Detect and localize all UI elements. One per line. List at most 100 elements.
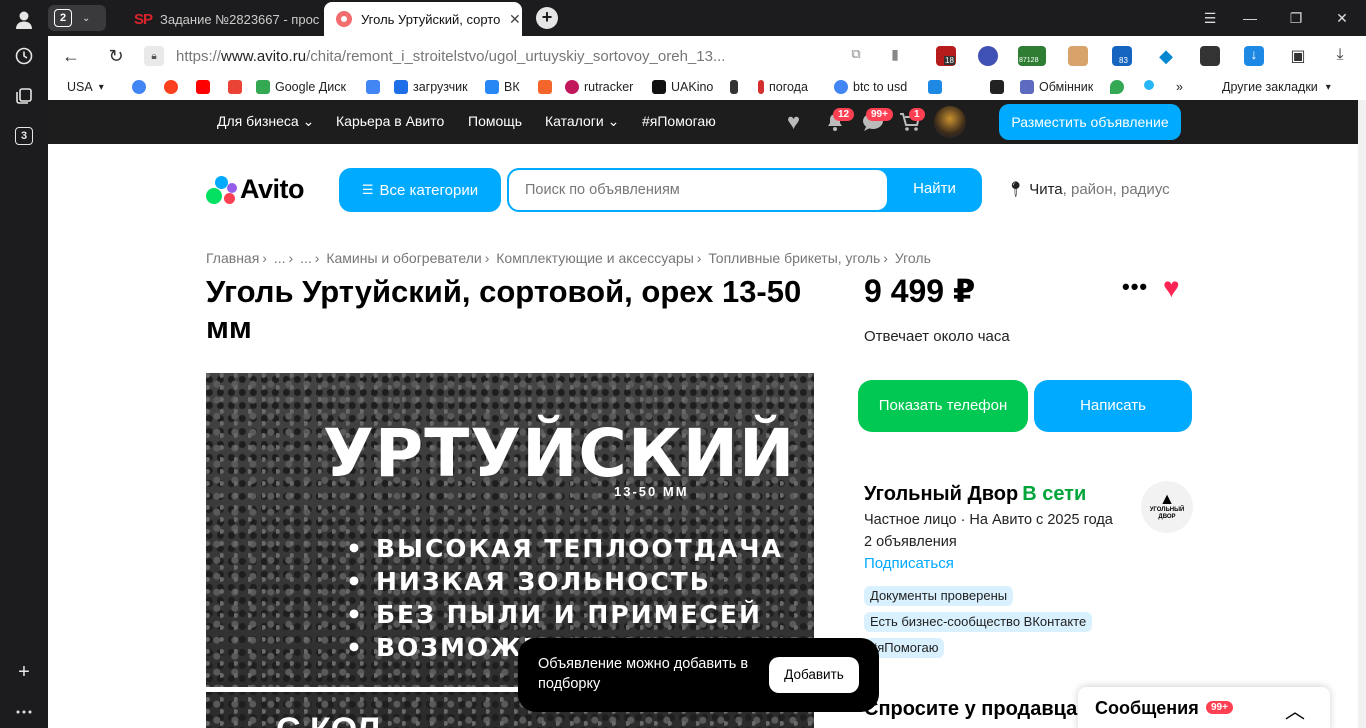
nav-catalogs[interactable]: Каталоги ⌄	[545, 113, 619, 130]
chess-icon[interactable]	[730, 80, 743, 94]
diamond-icon[interactable]: ◆	[1156, 46, 1176, 66]
seller-name-line: Угольный Двор В сети	[864, 483, 1086, 506]
add-icon[interactable]: +	[12, 660, 36, 684]
bookmark-rutracker[interactable]: rutracker	[565, 80, 633, 94]
tab-bar: 2 ⌄ SP Задание №2823667 - прос Уголь Урт…	[48, 0, 1366, 36]
avito-logo[interactable]: Avito	[206, 174, 305, 205]
more-icon[interactable]	[12, 700, 36, 724]
url-path: /chita/remont_i_stroitelstvo/ugol_urtuys…	[306, 47, 726, 65]
menu-icon[interactable]: ☰	[1190, 0, 1230, 36]
p-icon[interactable]	[928, 80, 947, 94]
seller-logo[interactable]: ▲ УГОЛЬНЫЙ ДВОР	[1141, 481, 1193, 533]
favorite-heart-icon[interactable]: ♥	[1163, 272, 1180, 304]
extension-icon[interactable]	[978, 46, 998, 66]
nav-ya-pomogayu[interactable]: #яПомогаю	[642, 113, 716, 129]
bookmark-loader[interactable]: загрузчик	[394, 80, 468, 94]
extension-icon[interactable]	[1200, 46, 1220, 66]
google-icon[interactable]	[132, 80, 151, 94]
breadcrumb-item[interactable]: Главная	[206, 250, 259, 266]
breadcrumb-item[interactable]: Камины и обогреватели	[326, 250, 481, 266]
tab-count-button[interactable]: 2 ⌄	[48, 5, 106, 31]
history-icon[interactable]	[12, 44, 36, 68]
bookmark-label: загрузчик	[413, 80, 468, 94]
tab-avito[interactable]: Уголь Уртуйский, сорто ✕	[324, 2, 522, 36]
other-bookmarks[interactable]: Другие закладки ▾	[1222, 80, 1331, 94]
workspace-badge[interactable]: 3	[15, 127, 33, 145]
add-to-collection-button[interactable]: Добавить	[769, 657, 859, 693]
subscribe-link[interactable]: Подписаться	[864, 555, 954, 572]
tab-task[interactable]: SP Задание №2823667 - прос	[122, 2, 322, 36]
search-input[interactable]	[509, 170, 887, 210]
youtube-icon[interactable]	[196, 80, 215, 94]
seller-name[interactable]: Угольный Двор	[864, 483, 1018, 505]
breadcrumb-item[interactable]: Уголь	[895, 250, 931, 266]
nav-help[interactable]: Помощь	[468, 113, 522, 129]
extension-icon[interactable]: 87128	[1018, 46, 1046, 66]
nav-business[interactable]: Для бизнеса ⌄	[217, 113, 314, 130]
all-categories-button[interactable]: ☰ Все категории	[339, 168, 501, 212]
bookmark-weather[interactable]: погода	[758, 80, 808, 94]
search-button[interactable]: Найти	[887, 168, 982, 212]
extensions-icon[interactable]: ▣	[1288, 46, 1308, 66]
breadcrumb-item[interactable]: ...	[300, 250, 312, 266]
show-phone-button[interactable]: Показать телефон	[858, 380, 1028, 432]
extension-icon[interactable]: 18	[936, 46, 956, 66]
more-bookmarks-icon[interactable]: »	[1176, 80, 1183, 94]
bookmark-google-drive[interactable]: Google Диск	[256, 80, 346, 94]
post-ad-button[interactable]: Разместить объявление	[999, 104, 1181, 140]
avatar[interactable]	[934, 106, 966, 138]
extension-icon[interactable]	[1068, 46, 1088, 66]
gmail-icon[interactable]	[228, 80, 247, 94]
f-icon[interactable]	[538, 80, 557, 94]
chevron-up-icon[interactable]: ︿	[1285, 695, 1305, 724]
url-host: www.avito.ru	[221, 47, 307, 65]
translate-icon[interactable]	[366, 80, 385, 94]
breadcrumb-item[interactable]: Топливные брикеты, уголь	[708, 250, 880, 266]
new-tab-button[interactable]: +	[536, 7, 558, 29]
bookmark-exchange[interactable]: Обмінник	[1020, 80, 1093, 94]
close-tab-icon[interactable]: ✕	[509, 11, 521, 28]
location-selector[interactable]: 📍︎ Чита, район, радиус	[1006, 180, 1170, 198]
tab-count: 2	[54, 9, 72, 27]
write-button[interactable]: Написать	[1034, 380, 1192, 432]
infinity-icon	[394, 80, 408, 94]
downloads-icon[interactable]: ⤓	[1330, 46, 1350, 66]
breadcrumb-item[interactable]: ...	[274, 250, 286, 266]
chevron-down-icon: ⌄	[607, 113, 620, 129]
close-window-icon[interactable]: ✕	[1322, 0, 1362, 36]
bookmark-usa[interactable]: USA ▾	[67, 80, 104, 94]
nav-career[interactable]: Карьера в Авито	[336, 113, 444, 129]
star-icon[interactable]	[1144, 80, 1159, 90]
back-icon[interactable]: ←	[60, 45, 82, 67]
tab-title: Задание №2823667 - прос	[160, 11, 320, 27]
bookmark-btc[interactable]: btc to usd	[834, 80, 907, 94]
bookmark-label: btc to usd	[853, 80, 908, 94]
reload-icon[interactable]: ↻	[105, 45, 127, 67]
restore-icon[interactable]: ❐	[1276, 0, 1316, 36]
copy-link-icon[interactable]: ⧉	[846, 46, 866, 66]
minimize-icon[interactable]: —	[1230, 0, 1270, 36]
profile-icon[interactable]	[12, 8, 36, 32]
seller-logo-text: УГОЛЬНЫЙ ДВОР	[1149, 507, 1185, 520]
bookmark-vk[interactable]: ВК	[485, 80, 520, 94]
bookmark-label: погода	[769, 80, 808, 94]
breadcrumb-item[interactable]: Комплектующие и аксессуары	[496, 250, 694, 266]
maps-icon[interactable]	[1110, 80, 1129, 94]
collections-icon[interactable]	[12, 84, 36, 108]
bookmark-icon[interactable]: ▮	[885, 46, 905, 66]
lock-icon[interactable]: 🔒︎	[144, 46, 164, 66]
listing-title: Уголь Уртуйский, сортовой, орех 13-50 мм	[206, 274, 802, 345]
bookmark-label: ВК	[504, 80, 520, 94]
extension-icon[interactable]: 83	[1112, 46, 1132, 66]
download-icon[interactable]: ↓	[1244, 46, 1264, 66]
play-icon	[485, 80, 499, 94]
more-options-icon[interactable]: •••	[1122, 274, 1148, 300]
seller-ads-count[interactable]: 2 объявления	[864, 534, 957, 550]
scrollbar[interactable]	[1358, 100, 1366, 728]
more-bookmarks-label: »	[1176, 80, 1183, 94]
messages-panel[interactable]: Сообщения 99+ ︿	[1078, 687, 1330, 728]
favorites-icon[interactable]: ♥	[787, 109, 809, 134]
bookmark-uakino[interactable]: UAKino	[652, 80, 713, 94]
yandex-icon[interactable]	[164, 80, 183, 94]
bc-icon[interactable]	[990, 80, 1009, 94]
